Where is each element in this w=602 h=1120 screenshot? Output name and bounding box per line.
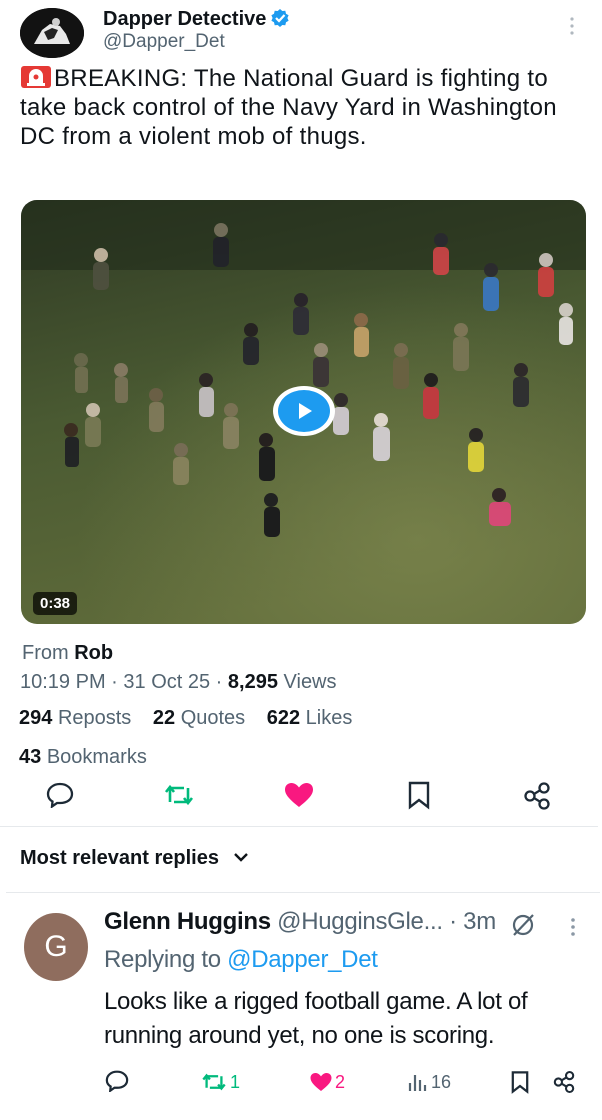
author-handle[interactable]: @Dapper_Det: [103, 31, 225, 53]
video-duration: 0:38: [33, 592, 78, 615]
reply-views-count: 16: [431, 1071, 452, 1092]
reply-more-options-icon[interactable]: [566, 914, 580, 940]
chevron-down-icon: [233, 846, 249, 869]
reply-like-count: 2: [335, 1071, 346, 1092]
like-icon[interactable]: [282, 781, 316, 809]
share-icon[interactable]: [521, 780, 553, 812]
source-name[interactable]: Rob: [74, 642, 113, 664]
reply-share-icon[interactable]: [551, 1068, 577, 1096]
post-time[interactable]: 10:19 PM: [20, 671, 106, 693]
reply-views-button[interactable]: 16: [407, 1068, 455, 1096]
play-button[interactable]: [273, 386, 335, 436]
analytics-icon: [407, 1071, 429, 1093]
source-prefix: From: [22, 642, 69, 664]
reposts-stat[interactable]: 294 Reposts: [19, 707, 131, 729]
divider: [0, 826, 598, 827]
views-count: 8,295: [227, 671, 278, 693]
grok-icon[interactable]: [508, 910, 538, 940]
likes-stat[interactable]: 622 Likes: [267, 707, 353, 729]
reply-bookmark-icon[interactable]: [508, 1068, 532, 1096]
bookmark-icon[interactable]: [405, 779, 433, 811]
verified-badge-icon: [270, 8, 290, 34]
reply-header: Glenn Huggins @HugginsGle... · 3m: [104, 908, 496, 936]
reply-age[interactable]: · 3m: [449, 908, 496, 935]
reply-reply-icon[interactable]: [104, 1068, 130, 1094]
reply-sort-label: Most relevant replies: [20, 847, 219, 869]
siren-emoji-icon: [20, 65, 52, 89]
replying-to-handle[interactable]: @Dapper_Det: [227, 946, 378, 973]
post-timestamp: 10:19 PM · 31 Oct 25 · 8,295 Views: [20, 671, 337, 693]
video-player[interactable]: 0:38: [21, 200, 586, 624]
post-text: BREAKING: The National Guard is fighting…: [20, 64, 590, 151]
reply-repost-count: 1: [230, 1071, 241, 1092]
divider: [6, 892, 600, 893]
bookmarks-stat[interactable]: 43 Bookmarks: [19, 746, 147, 769]
reply-icon[interactable]: [44, 780, 76, 810]
reply-text: Looks like a rigged football game. A lot…: [104, 988, 528, 1049]
reply-author-name[interactable]: Glenn Huggins: [104, 908, 271, 935]
author-avatar[interactable]: [20, 8, 84, 58]
replying-to-prefix: Replying to: [104, 946, 221, 973]
reply-repost-button[interactable]: 1: [200, 1068, 250, 1096]
repost-icon[interactable]: [162, 782, 196, 808]
engagement-stats: 294 Reposts 22 Quotes 622 Likes: [19, 707, 368, 730]
more-options-icon[interactable]: [566, 14, 578, 38]
reply-like-button[interactable]: 2: [309, 1068, 353, 1096]
author-name-text[interactable]: Dapper Detective: [103, 8, 266, 30]
views-label: Views: [283, 671, 337, 693]
quotes-stat[interactable]: 22 Quotes: [153, 707, 245, 729]
reply-avatar[interactable]: G: [24, 913, 88, 981]
like-icon: [309, 1071, 333, 1093]
source-attribution: From Rob: [22, 642, 113, 665]
reply-sort-dropdown[interactable]: Most relevant replies: [20, 846, 249, 870]
reply-author-handle[interactable]: @HugginsGle...: [277, 908, 443, 935]
play-icon: [278, 390, 330, 432]
post-date[interactable]: 31 Oct 25: [123, 671, 210, 693]
post-text-body: BREAKING: The National Guard is fighting…: [20, 65, 557, 150]
replying-to: Replying to @Dapper_Det: [104, 946, 378, 974]
repost-icon: [200, 1071, 228, 1093]
